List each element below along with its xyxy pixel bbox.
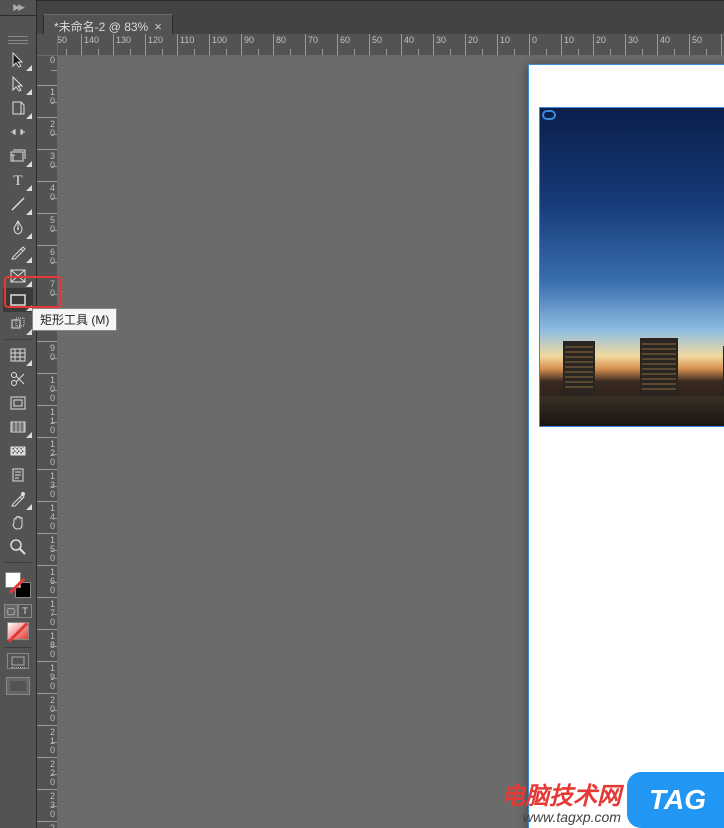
ruler-tick: 180 <box>37 630 57 662</box>
fill-stroke-swatches[interactable] <box>5 572 31 598</box>
ruler-origin[interactable] <box>37 34 58 56</box>
ruler-tick: 140 <box>37 502 57 534</box>
ruler-tick: 120 <box>146 34 178 55</box>
ruler-tick: 10 <box>37 86 57 118</box>
separator <box>5 339 31 340</box>
canvas-area[interactable] <box>58 56 724 828</box>
rectangle-frame-tool[interactable] <box>3 264 33 288</box>
page-tool[interactable] <box>3 96 33 120</box>
ruler-tick: 10 <box>562 34 594 55</box>
scissors-tool[interactable] <box>3 367 33 391</box>
type-tool[interactable]: T <box>3 168 33 192</box>
selection-tool[interactable] <box>3 48 33 72</box>
ruler-tick: 100 <box>210 34 242 55</box>
ruler-tick: 210 <box>37 726 57 758</box>
ruler-tick: 110 <box>178 34 210 55</box>
ruler-tick: 170 <box>37 598 57 630</box>
ruler-tick: 200 <box>37 694 57 726</box>
ruler-tick: 40 <box>37 182 57 214</box>
ruler-tick: 20 <box>594 34 626 55</box>
watermark-url: www.tagxp.com <box>501 809 621 825</box>
ruler-tick: 20 <box>37 118 57 150</box>
document-tab-label: *未命名-2 @ 83% <box>54 18 148 35</box>
screen-mode-button[interactable] <box>6 677 30 695</box>
ruler-tick: 100 <box>37 374 57 406</box>
ruler-tick: 130 <box>114 34 146 55</box>
free-transform-tool[interactable] <box>3 312 33 336</box>
collapse-panel-chevrons[interactable]: ▶▶ <box>0 0 37 16</box>
ruler-tick: 20 <box>466 34 498 55</box>
ruler-tick: 90 <box>37 342 57 374</box>
panel-grip[interactable] <box>8 36 28 44</box>
ruler-tick: 150 <box>58 34 82 55</box>
ruler-tick: 230 <box>37 790 57 822</box>
fill-swatch[interactable] <box>5 572 21 588</box>
ruler-tick: 40 <box>402 34 434 55</box>
ruler-tick: 90 <box>242 34 274 55</box>
placed-image-frame[interactable] <box>539 107 724 427</box>
gradient-feather-tool[interactable] <box>3 439 33 463</box>
document-tab-bar: *未命名-2 @ 83% × <box>37 0 724 34</box>
table-grid-tool[interactable] <box>3 343 33 367</box>
document-tab[interactable]: *未命名-2 @ 83% × <box>43 14 173 34</box>
artboard[interactable] <box>528 64 724 828</box>
eyedropper-tool[interactable] <box>3 487 33 511</box>
zoom-tool[interactable] <box>3 535 33 559</box>
ruler-tick: 150 <box>37 534 57 566</box>
line-tool[interactable] <box>3 192 33 216</box>
ruler-tick: 0 <box>530 34 562 55</box>
view-mode-button[interactable] <box>7 653 29 669</box>
pencil-tool[interactable] <box>3 240 33 264</box>
svg-text:T: T <box>13 173 22 187</box>
ruler-tick: 30 <box>626 34 658 55</box>
format-container-button[interactable]: ▢ <box>4 604 18 618</box>
ruler-tick: 60 <box>37 246 57 278</box>
ruler-tick: 0 <box>37 56 57 86</box>
watermark-title: 电脑技术网 <box>501 785 621 809</box>
ruler-tick: 30 <box>37 150 57 182</box>
ruler-tick: 10 <box>498 34 530 55</box>
ruler-tick: 240 <box>37 822 57 828</box>
close-icon[interactable]: × <box>154 19 162 34</box>
ruler-tick: 220 <box>37 758 57 790</box>
ruler-tick: 60 <box>338 34 370 55</box>
frame-tool[interactable] <box>3 391 33 415</box>
link-icon <box>542 110 556 120</box>
gap-tool[interactable] <box>3 120 33 144</box>
ruler-tick: 50 <box>370 34 402 55</box>
ruler-tick: 140 <box>82 34 114 55</box>
ruler-tick: 30 <box>434 34 466 55</box>
rectangle-tool[interactable] <box>3 288 33 312</box>
ruler-tick: 110 <box>37 406 57 438</box>
direct-selection-tool[interactable] <box>3 72 33 96</box>
gradient-swatch-tool[interactable] <box>3 415 33 439</box>
tool-tooltip: 矩形工具 (M) <box>32 308 117 331</box>
ruler-tick: 120 <box>37 438 57 470</box>
watermark-badge: TAG <box>627 772 724 828</box>
vertical-ruler[interactable]: 0102030405060708090100110120130140150160… <box>37 56 58 828</box>
ruler-tick: 190 <box>37 662 57 694</box>
apply-gradient-button[interactable] <box>7 622 29 640</box>
ruler-tick: 50 <box>37 214 57 246</box>
watermark: 电脑技术网 www.tagxp.com TAG <box>495 772 724 828</box>
horizontal-ruler[interactable]: 1501401301201101009080706050403020100102… <box>58 34 724 56</box>
ruler-tick: 80 <box>274 34 306 55</box>
format-affects-buttons: ▢ T <box>4 604 32 618</box>
ruler-tick: 160 <box>37 566 57 598</box>
format-text-button[interactable]: T <box>18 604 32 618</box>
tools-panel: T <box>0 16 37 828</box>
note-tool[interactable] <box>3 463 33 487</box>
ruler-tick: 50 <box>690 34 722 55</box>
ruler-tick: 40 <box>658 34 690 55</box>
image-content <box>540 336 724 396</box>
separator <box>5 562 31 563</box>
separator <box>5 647 31 648</box>
ruler-tick: 70 <box>306 34 338 55</box>
ruler-tick: 130 <box>37 470 57 502</box>
hand-tool[interactable] <box>3 511 33 535</box>
content-collector-tool[interactable] <box>3 144 33 168</box>
pen-tool[interactable] <box>3 216 33 240</box>
ruler-tick: 70 <box>37 278 57 310</box>
